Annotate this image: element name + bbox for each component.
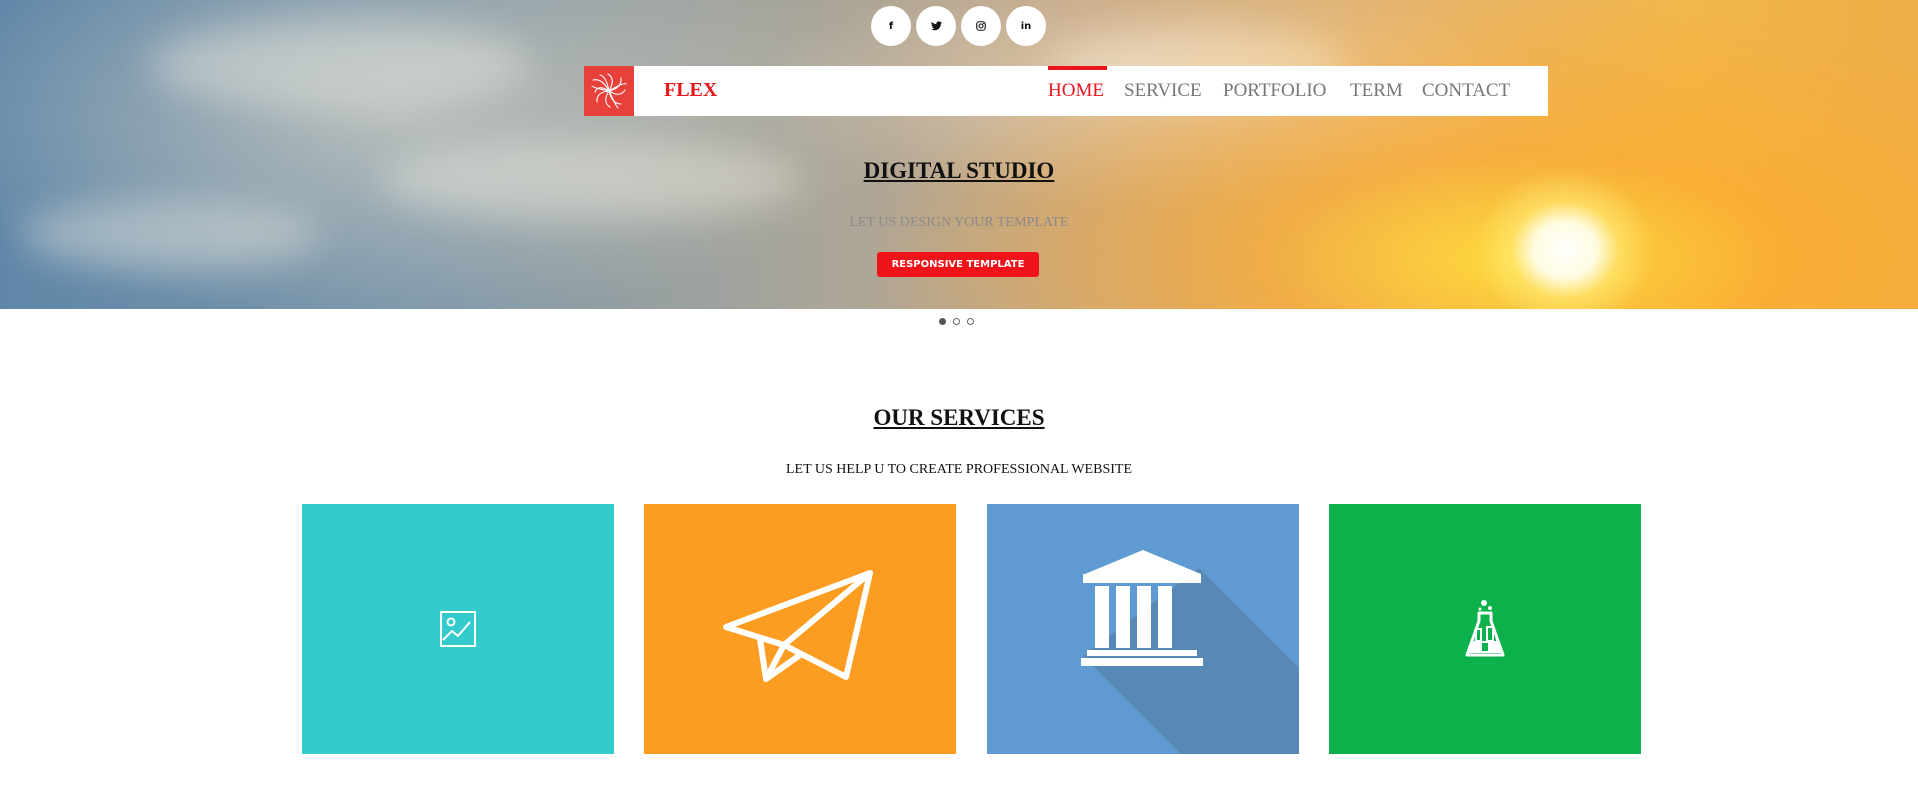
hero-title: DIGITAL STUDIO xyxy=(863,158,1055,183)
services-title: OUR SERVICES xyxy=(873,405,1045,430)
instagram-button[interactable] xyxy=(961,6,1001,46)
nav-item-home[interactable]: HOME xyxy=(1048,80,1104,102)
paper-plane-icon xyxy=(723,570,873,682)
linkedin-button[interactable]: in xyxy=(1006,6,1046,46)
social-links: f in xyxy=(871,6,1046,46)
service-card-bank[interactable] xyxy=(987,504,1299,754)
instagram-icon xyxy=(976,21,986,31)
linkedin-icon: in xyxy=(1020,20,1032,32)
hero-cloud xyxy=(150,20,530,110)
service-card-image[interactable] xyxy=(302,504,614,754)
flask-icon xyxy=(1465,600,1505,657)
nav-item-portfolio[interactable]: PORTFOLIO xyxy=(1223,80,1326,102)
slider-dot-1[interactable] xyxy=(939,318,946,325)
services-subtitle: LET US HELP U TO CREATE PROFESSIONAL WEB… xyxy=(785,462,1132,477)
pinwheel-logo-icon xyxy=(591,73,627,109)
main-navbar: FLEX HOME SERVICE PORTFOLIO TERM CONTACT xyxy=(584,66,1548,116)
facebook-button[interactable]: f xyxy=(871,6,911,46)
responsive-template-button[interactable]: RESPONSIVE TEMPLATE xyxy=(877,252,1039,277)
nav-item-service[interactable]: SERVICE xyxy=(1124,80,1202,102)
brand-name[interactable]: FLEX xyxy=(664,79,717,102)
facebook-icon: f xyxy=(888,20,894,32)
twitter-icon xyxy=(930,21,942,31)
image-icon xyxy=(440,611,476,647)
service-card-telegram[interactable] xyxy=(644,504,956,754)
slider-dots xyxy=(939,318,974,325)
hero-subtitle: LET US DESIGN YOUR TEMPLATE xyxy=(849,215,1069,230)
nav-active-indicator xyxy=(1048,66,1107,70)
slider-dot-3[interactable] xyxy=(967,318,974,325)
nav-item-term[interactable]: TERM xyxy=(1350,80,1403,102)
twitter-button[interactable] xyxy=(916,6,956,46)
hero-cloud xyxy=(20,200,320,270)
logo[interactable] xyxy=(584,66,634,116)
nav-item-contact[interactable]: CONTACT xyxy=(1422,80,1510,102)
slider-dot-2[interactable] xyxy=(953,318,960,325)
hero-banner: f in FLEX HOME SERVICE PORTFOLIO TERM CO… xyxy=(0,0,1918,309)
service-card-lab[interactable] xyxy=(1329,504,1641,754)
bank-building-icon xyxy=(1081,550,1299,754)
